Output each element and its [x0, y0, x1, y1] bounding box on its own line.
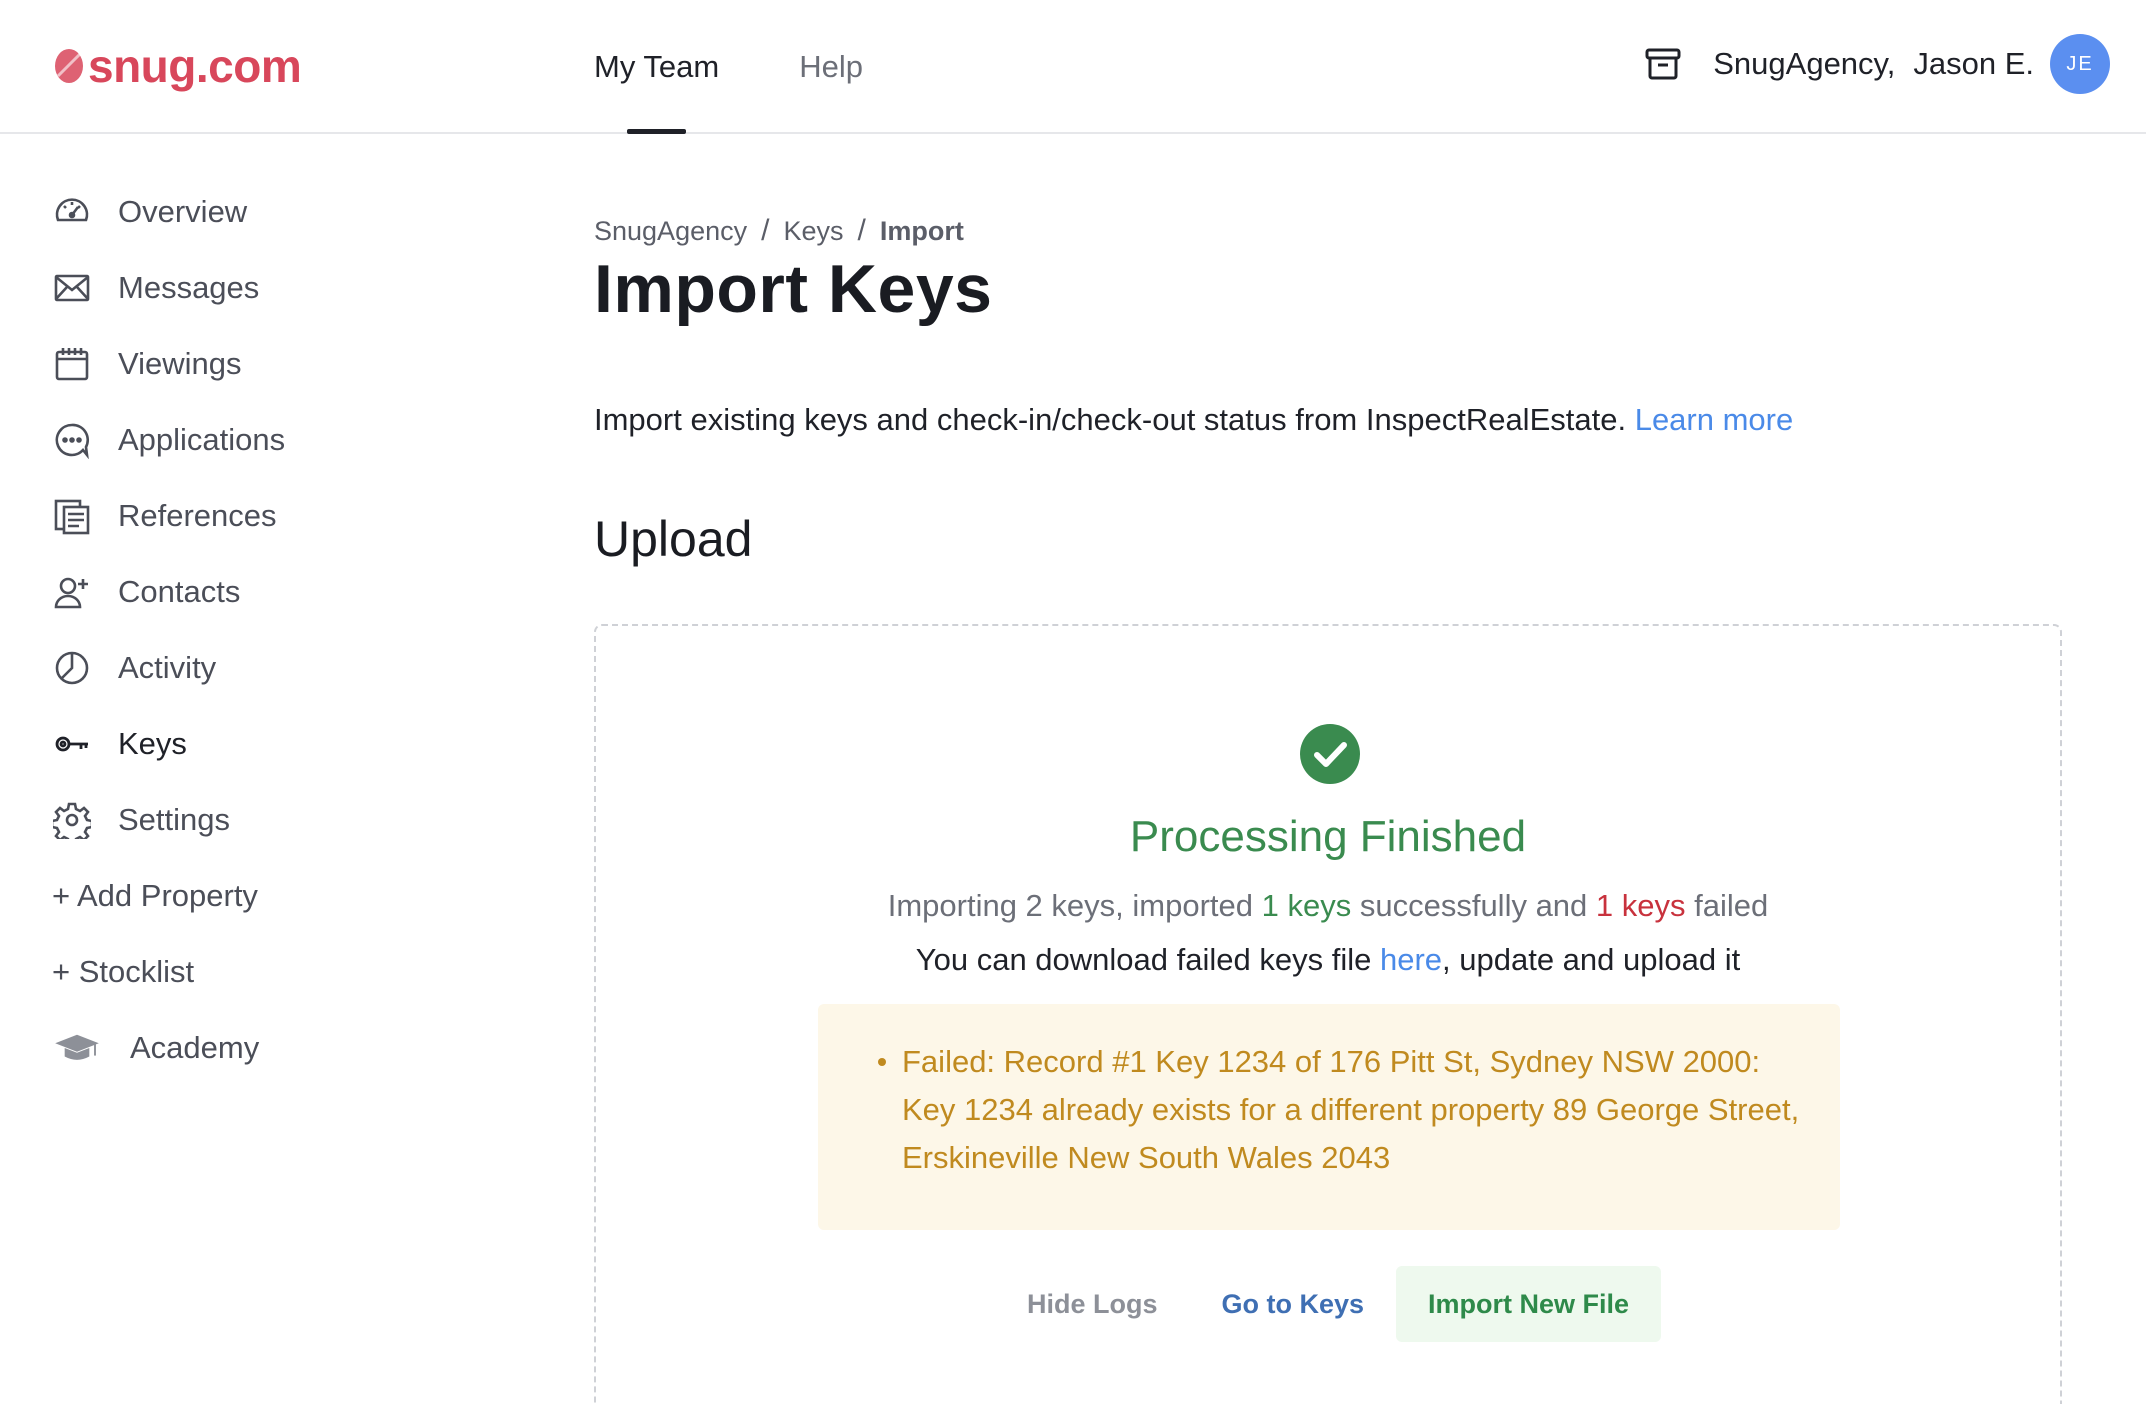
graduation-cap-icon	[52, 1028, 102, 1068]
sidebar-item-label: + Add Property	[52, 878, 258, 913]
nav-help[interactable]: Help	[799, 0, 863, 134]
chat-bubble-icon	[52, 420, 92, 460]
page-title: Import Keys	[594, 251, 993, 327]
sidebar-item-label: Activity	[118, 650, 217, 685]
breadcrumb-current: Import	[879, 215, 964, 246]
user-name: Jason E.	[1913, 46, 2034, 81]
nav-help-label: Help	[799, 49, 863, 84]
logo-text: snug.com	[88, 40, 302, 92]
nav-my-team-label: My Team	[594, 49, 720, 84]
sidebar-item-applications[interactable]: Applications	[52, 402, 512, 478]
main-nav: My Team Help	[594, 0, 943, 134]
top-header: snug.com My Team Help SnugAgency, Jason …	[0, 0, 2146, 134]
status-title: Processing Finished	[1129, 812, 1527, 861]
breadcrumb-separator: /	[857, 214, 866, 247]
summary-middle: successfully and	[1359, 888, 1588, 923]
sidebar-item-academy[interactable]: Academy	[52, 1010, 512, 1086]
go-to-keys-button[interactable]: Go to Keys	[1189, 1266, 1396, 1342]
snug-logo[interactable]: snug.com	[52, 38, 302, 94]
calendar-icon	[52, 344, 92, 384]
summary-suffix: failed	[1694, 888, 1769, 923]
gear-icon	[52, 800, 92, 840]
sidebar-item-contacts[interactable]: Contacts	[52, 554, 512, 630]
import-summary: Importing 2 keys, imported 1 keys succes…	[596, 888, 2060, 924]
sidebar-item-stocklist[interactable]: + Stocklist	[52, 934, 512, 1010]
summary-failed-count: 1 keys	[1595, 888, 1686, 923]
sidebar-item-overview[interactable]: Overview	[52, 174, 512, 250]
section-title: Upload	[594, 511, 753, 567]
key-icon	[52, 724, 92, 764]
success-check-icon	[1300, 724, 1360, 784]
breadcrumb-separator: /	[761, 214, 770, 247]
sidebar-item-settings[interactable]: Settings	[52, 782, 512, 858]
sidebar-item-label: Messages	[118, 270, 260, 305]
envelope-icon	[52, 268, 92, 308]
download-prefix: You can download failed keys file	[915, 942, 1372, 977]
upload-dropzone[interactable]: Processing Finished Importing 2 keys, im…	[594, 624, 2062, 1404]
avatar[interactable]: JE	[2050, 34, 2110, 94]
sidebar-item-label: References	[118, 498, 277, 533]
action-buttons: Hide Logs Go to Keys Import New File	[596, 1266, 2060, 1342]
sidebar-item-label: Contacts	[118, 574, 241, 609]
sidebar-item-keys[interactable]: Keys	[52, 706, 512, 782]
archive-box-icon[interactable]	[1643, 44, 1683, 84]
sidebar-item-activity[interactable]: Activity	[52, 630, 512, 706]
logo-mark-icon	[55, 49, 83, 83]
sidebar-item-label: Viewings	[118, 346, 242, 381]
download-suffix: , update and upload it	[1442, 942, 1741, 977]
sidebar-item-label: Academy	[130, 1030, 260, 1065]
log-item: Failed: Record #1 Key 1234 of 176 Pitt S…	[878, 1038, 1804, 1182]
breadcrumb-agency[interactable]: SnugAgency	[594, 216, 747, 247]
sidebar: Overview Messages Viewings Applications …	[52, 174, 512, 1086]
user-area: SnugAgency, Jason E. JE	[1643, 32, 2110, 96]
download-here-link[interactable]: here	[1380, 942, 1442, 977]
nav-my-team[interactable]: My Team	[594, 0, 719, 134]
sidebar-item-label: Applications	[118, 422, 286, 457]
agency-name: SnugAgency,	[1713, 46, 1896, 81]
breadcrumb-keys[interactable]: Keys	[783, 216, 843, 247]
pie-chart-icon	[52, 648, 92, 688]
import-new-file-button[interactable]: Import New File	[1396, 1266, 1662, 1342]
sidebar-item-label: + Stocklist	[52, 954, 195, 989]
sidebar-item-label: Keys	[118, 726, 187, 761]
sidebar-item-add-property[interactable]: + Add Property	[52, 858, 512, 934]
sidebar-item-viewings[interactable]: Viewings	[52, 326, 512, 402]
sidebar-item-label: Settings	[118, 802, 231, 837]
sidebar-item-references[interactable]: References	[52, 478, 512, 554]
intro-text: Import existing keys and check-in/check-…	[594, 402, 1793, 438]
summary-prefix: Importing 2 keys, imported	[887, 888, 1253, 923]
user-plus-icon	[52, 572, 92, 612]
sidebar-item-messages[interactable]: Messages	[52, 250, 512, 326]
learn-more-link[interactable]: Learn more	[1635, 402, 1794, 437]
summary-success-count: 1 keys	[1261, 888, 1352, 923]
download-failed-text: You can download failed keys file here, …	[596, 942, 2060, 978]
intro-description: Import existing keys and check-in/check-…	[594, 402, 1627, 437]
sidebar-item-label: Overview	[118, 194, 248, 229]
documents-icon	[52, 496, 92, 536]
gauge-icon	[52, 192, 92, 232]
error-log-box: Failed: Record #1 Key 1234 of 176 Pitt S…	[818, 1004, 1840, 1230]
hide-logs-button[interactable]: Hide Logs	[995, 1266, 1190, 1342]
user-menu[interactable]: SnugAgency, Jason E.	[1713, 46, 2034, 82]
breadcrumb: SnugAgency / Keys / Import	[594, 214, 964, 248]
